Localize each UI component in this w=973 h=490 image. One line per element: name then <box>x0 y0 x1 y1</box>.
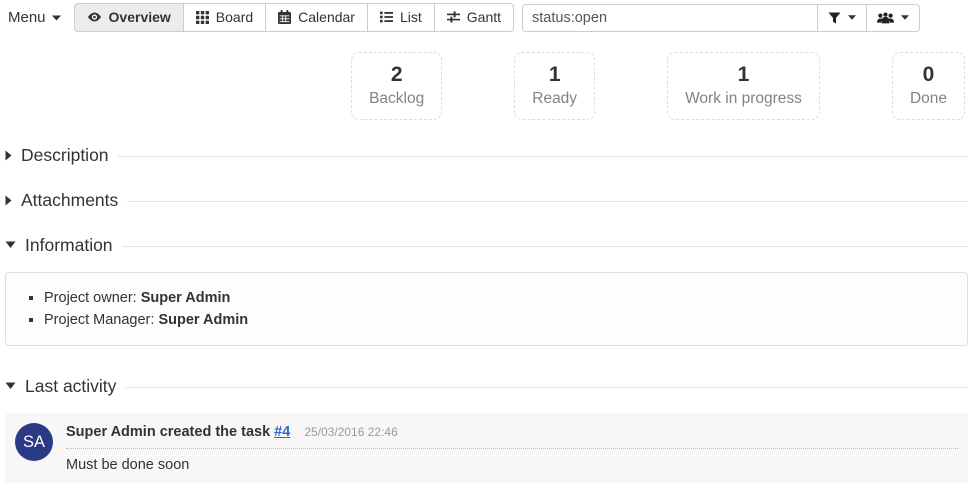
tab-list[interactable]: List <box>368 3 435 32</box>
grid-icon <box>196 11 209 24</box>
eye-icon <box>87 11 102 23</box>
activity-event: SA Super Admin created the task #4 25/03… <box>5 413 968 483</box>
tab-board[interactable]: Board <box>184 3 266 32</box>
stat-box-backlog: 2 Backlog <box>351 52 442 120</box>
stat-label: Work in progress <box>685 90 802 108</box>
stat-label: Backlog <box>369 90 424 108</box>
information-list: Project owner: Super Admin Project Manag… <box>21 287 952 331</box>
task-link[interactable]: #4 <box>274 424 290 440</box>
stat-label: Done <box>910 90 947 108</box>
tab-gantt[interactable]: Gantt <box>435 3 514 32</box>
tab-label: Calendar <box>298 9 355 25</box>
tab-label: Board <box>216 9 253 25</box>
toolbar: Menu Overview Board <box>0 0 973 32</box>
sliders-icon <box>447 11 460 23</box>
chevron-right-icon <box>5 150 12 161</box>
section-header-attachments[interactable]: Attachments <box>5 190 968 210</box>
menu-dropdown[interactable]: Menu <box>4 4 65 31</box>
section-divider <box>125 387 968 388</box>
info-label: Project owner: <box>44 290 141 306</box>
main-content: Description Attachments Information Proj… <box>0 145 973 483</box>
section-header-description[interactable]: Description <box>5 145 968 165</box>
users-icon <box>877 12 894 24</box>
caret-down-icon <box>901 15 909 20</box>
column-stats: 2 Backlog 1 Ready 1 Work in progress 0 D… <box>0 52 965 120</box>
activity-event-content: Super Admin created the task #4 25/03/20… <box>66 422 958 474</box>
list-item: Project Manager: Super Admin <box>44 309 952 331</box>
search-input[interactable] <box>522 4 818 32</box>
stat-box-ready: 1 Ready <box>514 52 595 120</box>
section-title: Description <box>21 145 109 165</box>
stat-count: 1 <box>532 62 577 88</box>
users-dropdown-button[interactable] <box>867 4 920 32</box>
activity-timestamp: 25/03/2016 22:46 <box>304 425 397 439</box>
tab-label: List <box>400 9 422 25</box>
filter-dropdown-button[interactable] <box>818 4 867 32</box>
stat-count: 2 <box>369 62 424 88</box>
menu-label: Menu <box>8 9 46 26</box>
section-divider <box>127 201 968 202</box>
list-icon <box>380 11 393 23</box>
activity-title-text: Super Admin created the task <box>66 424 270 440</box>
tab-calendar[interactable]: Calendar <box>266 3 368 32</box>
activity-event-title: Super Admin created the task #4 25/03/20… <box>66 424 958 449</box>
chevron-down-icon <box>5 241 16 249</box>
list-item: Project owner: Super Admin <box>44 287 952 309</box>
section-divider <box>122 246 968 247</box>
stat-count: 1 <box>685 62 802 88</box>
filter-icon <box>828 12 841 24</box>
avatar: SA <box>15 423 53 461</box>
section-divider <box>118 156 968 157</box>
section-header-information[interactable]: Information <box>5 235 968 255</box>
filter-search-group <box>522 4 920 32</box>
activity-event-comment: Must be done soon <box>66 457 958 473</box>
stat-label: Ready <box>532 90 577 108</box>
section-title: Attachments <box>21 190 118 210</box>
tab-label: Overview <box>109 9 171 25</box>
stat-box-done: 0 Done <box>892 52 965 120</box>
calendar-icon <box>278 10 291 24</box>
tab-overview[interactable]: Overview <box>74 3 184 32</box>
section-title: Information <box>25 235 113 255</box>
caret-down-icon <box>52 15 61 21</box>
caret-down-icon <box>848 15 856 20</box>
section-header-last-activity[interactable]: Last activity <box>5 376 968 396</box>
section-title: Last activity <box>25 376 116 396</box>
info-value: Super Admin <box>158 312 248 328</box>
tab-label: Gantt <box>467 9 501 25</box>
info-label: Project Manager: <box>44 312 158 328</box>
chevron-down-icon <box>5 382 16 390</box>
avatar-initials: SA <box>23 433 45 452</box>
stat-box-work-in-progress: 1 Work in progress <box>667 52 820 120</box>
chevron-right-icon <box>5 195 12 206</box>
stat-count: 0 <box>910 62 947 88</box>
information-panel: Project owner: Super Admin Project Manag… <box>5 272 968 346</box>
info-value: Super Admin <box>141 290 231 306</box>
view-tabs: Overview Board <box>74 3 515 32</box>
